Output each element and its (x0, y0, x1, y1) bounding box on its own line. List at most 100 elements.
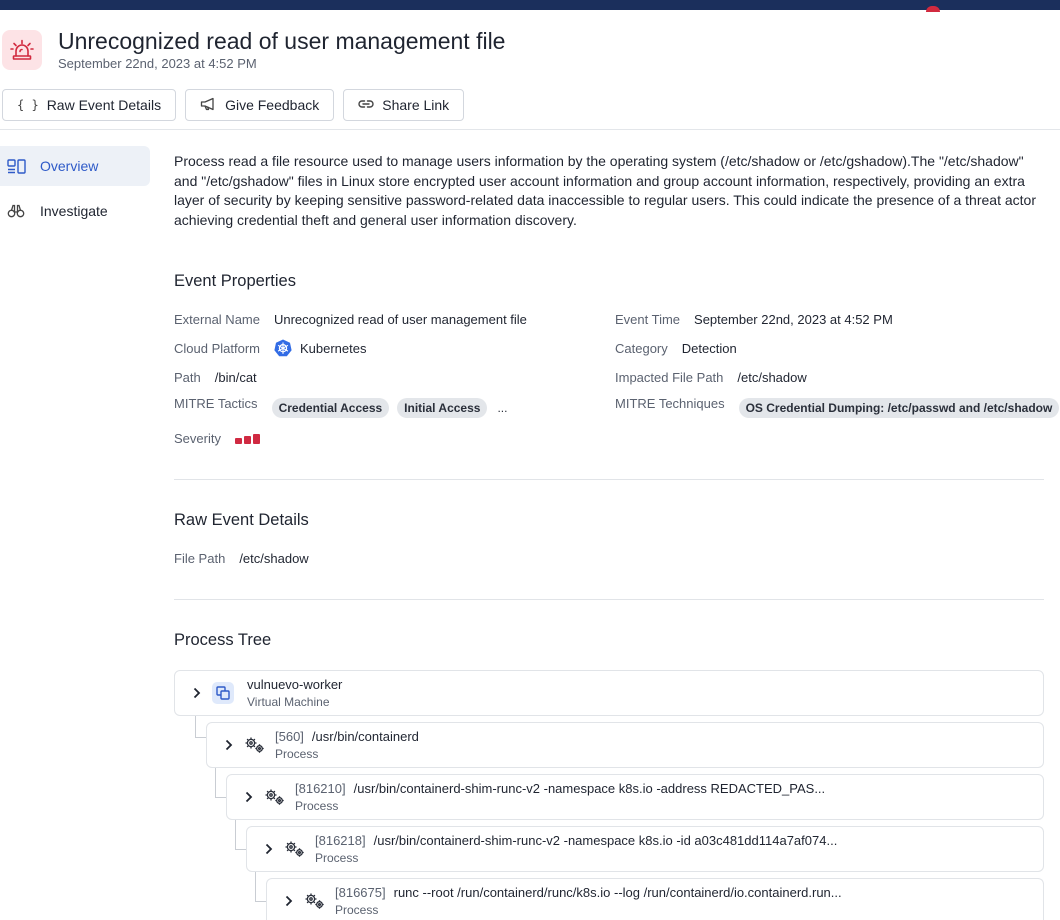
action-toolbar: { } Raw Event Details Give Feedback Shar… (2, 89, 465, 121)
prop-file-path: File Path /etc/shadow (174, 548, 309, 568)
prop-label: Severity (174, 430, 221, 446)
process-tree-row[interactable]: [560] /usr/bin/containerd Process (206, 722, 1044, 768)
more-tactics-indicator[interactable]: ... (497, 401, 507, 415)
event-properties-title: Event Properties (174, 272, 296, 290)
tree-connector (215, 766, 227, 798)
prop-value: /bin/cat (214, 369, 257, 385)
process-type: Process (315, 851, 359, 865)
nav-label-investigate: Investigate (40, 203, 108, 219)
prop-label: File Path (174, 550, 226, 566)
process-tree-row[interactable]: [816210] /usr/bin/containerd-shim-runc-v2… (226, 774, 1044, 820)
process-pid: [560] (275, 729, 304, 744)
severity-bar (252, 434, 260, 444)
page-title: Unrecognized read of user management fil… (58, 28, 506, 54)
process-name: [816210] /usr/bin/containerd-shim-runc-v2… (295, 781, 825, 796)
process-command: runc --root /run/containerd/runc/k8s.io … (393, 885, 842, 900)
prop-value: September 22nd, 2023 at 4:52 PM (694, 311, 893, 327)
prop-value: /etc/shadow (239, 550, 309, 566)
tree-connector (255, 870, 267, 902)
prop-cloud-platform: Cloud Platform Kubernetes (174, 338, 366, 358)
prop-impacted-file-path: Impacted File Path /etc/shadow (615, 367, 807, 387)
process-tree-row[interactable]: vulnuevo-worker Virtual Machine (174, 670, 1044, 716)
process-command: /usr/bin/containerd-shim-runc-v2 -namesp… (373, 833, 838, 848)
section-divider (174, 479, 1044, 480)
overview-content: Process read a file resource used to man… (174, 152, 1044, 230)
prop-label: Path (174, 369, 201, 385)
event-description: Process read a file resource used to man… (174, 153, 1036, 228)
overview-icon (7, 157, 27, 175)
give-feedback-button[interactable]: Give Feedback (185, 89, 335, 121)
chevron-right-icon[interactable] (221, 737, 237, 753)
tree-connector (235, 818, 247, 850)
prop-severity: Severity (174, 428, 260, 448)
prop-label: MITRE Techniques (615, 396, 725, 411)
severity-indicator (234, 432, 260, 444)
prop-label: Event Time (615, 311, 681, 327)
header-divider (0, 129, 1060, 130)
braces-icon: { } (17, 98, 39, 112)
process-name: [560] /usr/bin/containerd (275, 729, 419, 744)
gears-icon (303, 890, 327, 912)
prop-value: /etc/shadow (737, 369, 807, 385)
process-type: Process (275, 747, 319, 761)
prop-path: Path /bin/cat (174, 367, 257, 387)
gears-icon (243, 734, 267, 756)
event-header: Unrecognized read of user management fil… (0, 28, 1060, 74)
raw-event-details-label: Raw Event Details (46, 97, 162, 113)
prop-label: Category (615, 340, 668, 356)
severity-bar (234, 438, 242, 444)
prop-label: Cloud Platform (174, 340, 260, 356)
prop-label: External Name (174, 311, 260, 327)
process-type: Process (295, 799, 339, 813)
event-timestamp: September 22nd, 2023 at 4:52 PM (58, 56, 257, 71)
severity-bar (243, 436, 251, 444)
share-link-button[interactable]: Share Link (343, 89, 465, 121)
prop-label: Impacted File Path (615, 369, 724, 385)
gears-icon (283, 838, 307, 860)
prop-external-name: External Name Unrecognized read of user … (174, 309, 527, 329)
prop-category: Category Detection (615, 338, 737, 358)
prop-value: Unrecognized read of user management fil… (273, 311, 527, 327)
kubernetes-icon (274, 339, 292, 357)
chevron-right-icon[interactable] (241, 789, 257, 805)
process-name: [816218] /usr/bin/containerd-shim-runc-v2… (315, 833, 837, 848)
nav-label-overview: Overview (40, 158, 99, 174)
tree-connector (195, 714, 207, 738)
process-tree-row[interactable]: [816675] runc --root /run/containerd/runc… (266, 878, 1044, 920)
gears-icon (263, 786, 287, 808)
give-feedback-label: Give Feedback (225, 97, 320, 113)
side-navigation: Overview Investigate (0, 146, 150, 236)
process-tree-row[interactable]: [816218] /usr/bin/containerd-shim-runc-v2… (246, 826, 1044, 872)
process-type: Virtual Machine (247, 695, 330, 709)
prop-mitre-techniques: MITRE Techniques OS Credential Dumping: … (615, 396, 1060, 420)
nav-item-investigate[interactable]: Investigate (0, 191, 150, 231)
share-link-label: Share Link (382, 97, 450, 113)
binoculars-icon (7, 202, 27, 220)
top-navigation-bar (0, 0, 1060, 12)
prop-label: MITRE Tactics (174, 396, 258, 411)
process-type: Process (335, 903, 379, 917)
chevron-right-icon[interactable] (281, 893, 297, 909)
raw-event-details-button[interactable]: { } Raw Event Details (2, 89, 177, 121)
mitre-tactic-chip[interactable]: Initial Access (397, 398, 488, 418)
process-pid: [816210] (295, 781, 346, 796)
prop-value: Detection (681, 340, 737, 356)
mitre-tactic-chip[interactable]: Credential Access (271, 398, 390, 418)
chevron-right-icon[interactable] (261, 841, 277, 857)
notification-dot (926, 6, 940, 12)
alarm-siren-icon (2, 30, 42, 70)
process-command: /usr/bin/containerd-shim-runc-v2 -namesp… (353, 781, 826, 796)
process-name: vulnuevo-worker (247, 677, 343, 692)
prop-value: Kubernetes (299, 340, 367, 356)
nav-item-overview[interactable]: Overview (0, 146, 150, 186)
process-name: [816675] runc --root /run/containerd/runc… (335, 885, 842, 900)
section-divider (174, 599, 1044, 600)
megaphone-icon (200, 97, 217, 114)
chevron-right-icon[interactable] (189, 685, 205, 701)
prop-event-time: Event Time September 22nd, 2023 at 4:52 … (615, 309, 893, 329)
process-command: /usr/bin/containerd (311, 729, 419, 744)
event-properties-grid: External Name Unrecognized read of user … (0, 0, 1060, 920)
mitre-technique-chip[interactable]: OS Credential Dumping: /etc/passwd and /… (738, 398, 1060, 418)
prop-mitre-tactics: MITRE Tactics Credential Access Initial … (174, 396, 507, 420)
virtual-machine-icon (211, 682, 235, 704)
